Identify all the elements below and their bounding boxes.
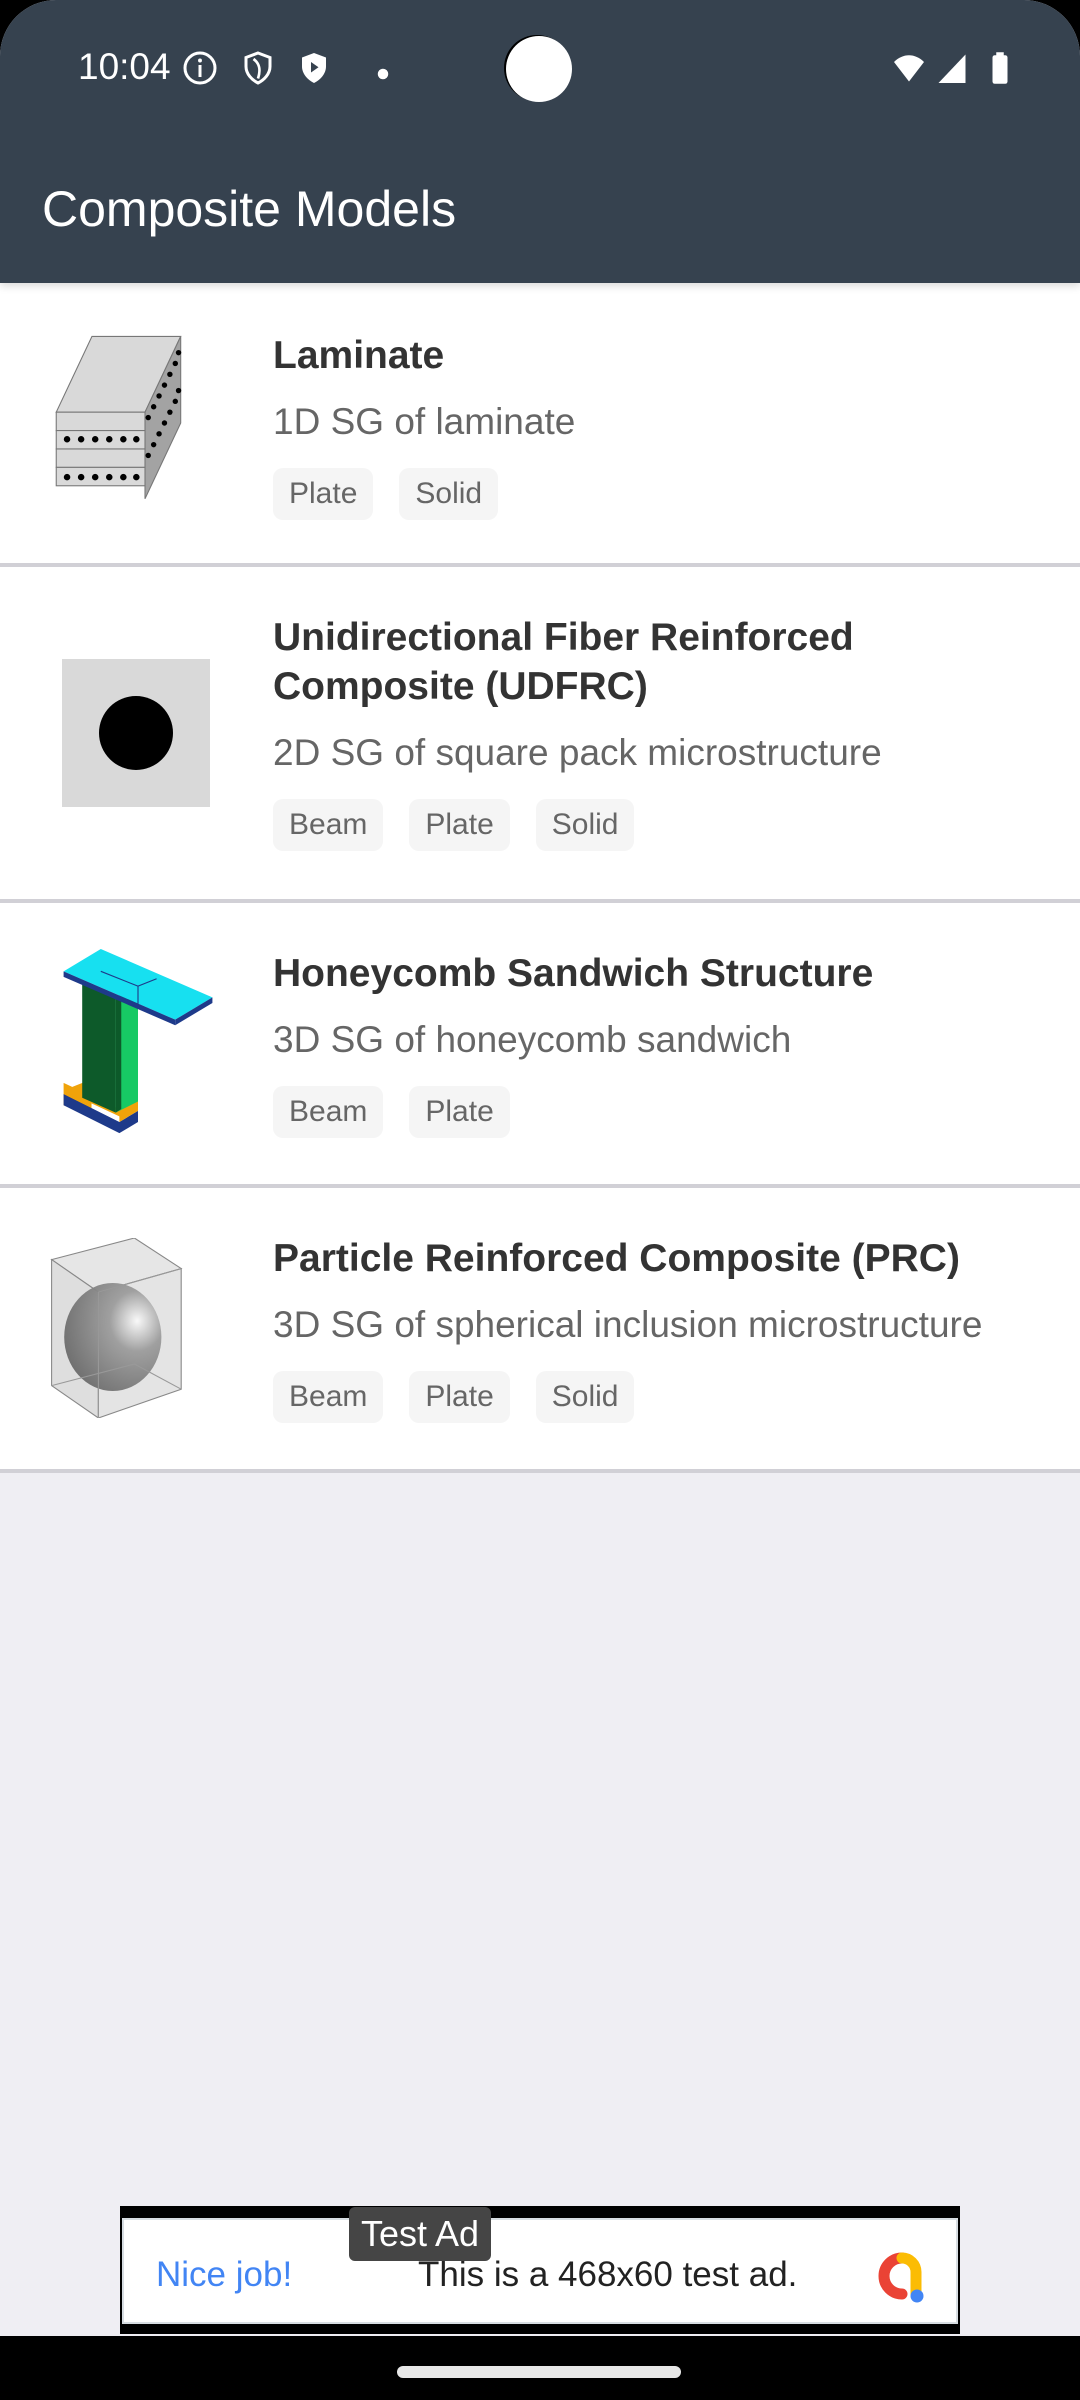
- screen: 10:04 Composite Models Laminate 1D SG of…: [0, 0, 1080, 2400]
- udfrc-icon: [62, 659, 210, 807]
- tag: Beam: [273, 1086, 384, 1138]
- model-tags: Plate Solid: [273, 468, 1060, 520]
- model-tags: Beam Plate Solid: [273, 1371, 1060, 1423]
- signal-icon: [938, 54, 966, 83]
- tag: Beam: [273, 1371, 384, 1423]
- list-item-laminate[interactable]: Laminate 1D SG of laminate Plate Solid: [0, 283, 1080, 567]
- model-description: 1D SG of laminate: [273, 401, 576, 442]
- tag: Beam: [273, 799, 384, 851]
- tag: Solid: [535, 799, 635, 851]
- tag: Solid: [535, 1371, 635, 1423]
- model-title: Particle Reinforced Composite (PRC): [273, 1237, 960, 1280]
- shield-icon: [244, 51, 272, 85]
- tag: Plate: [409, 1086, 510, 1138]
- model-title: Laminate: [273, 334, 445, 377]
- list-item-udfrc[interactable]: Unidirectional Fiber Reinforced Composit…: [0, 567, 1080, 903]
- top-app-bar: 10:04 Composite Models: [0, 0, 1080, 283]
- info-icon: [183, 51, 217, 85]
- ad-cta[interactable]: Nice job!: [156, 2255, 292, 2295]
- honeycomb-icon: [63, 949, 213, 1134]
- prc-icon: [50, 1238, 183, 1418]
- model-title: Honeycomb Sandwich Structure: [273, 952, 874, 995]
- notification-dot-icon: [377, 68, 389, 80]
- navigation-bar: [0, 2336, 1080, 2400]
- page-title: Composite Models: [42, 181, 457, 237]
- model-tags: Beam Plate: [273, 1086, 1060, 1138]
- tag: Plate: [409, 799, 510, 851]
- test-ad-label: Test Ad: [349, 2207, 491, 2261]
- model-description: 3D SG of spherical inclusion microstruct…: [273, 1304, 983, 1345]
- model-description: 3D SG of honeycomb sandwich: [273, 1019, 792, 1060]
- model-description: 2D SG of square pack microstructure: [273, 732, 882, 773]
- list-item-prc[interactable]: Particle Reinforced Composite (PRC) 3D S…: [0, 1188, 1080, 1473]
- wifi-icon: [894, 55, 924, 82]
- model-list: Laminate 1D SG of laminate Plate Solid U…: [0, 283, 1080, 1473]
- tag: Plate: [273, 468, 374, 520]
- ad-content[interactable]: Nice job! This is a 468x60 test ad.: [122, 2218, 958, 2324]
- home-gesture-handle[interactable]: [397, 2366, 681, 2378]
- status-time: 10:04: [78, 46, 171, 87]
- list-item-honeycomb[interactable]: Honeycomb Sandwich Structure 3D SG of ho…: [0, 903, 1080, 1188]
- status-bar: 10:04: [0, 0, 1080, 140]
- camera-cutout: [506, 36, 572, 102]
- battery-icon: [992, 52, 1008, 84]
- ad-banner[interactable]: Nice job! This is a 468x60 test ad.: [120, 2206, 960, 2334]
- tag: Solid: [399, 468, 499, 520]
- ad-text: This is a 468x60 test ad.: [418, 2255, 798, 2294]
- admob-logo-icon: [878, 2252, 924, 2303]
- tag: Plate: [409, 1371, 510, 1423]
- laminate-icon: [55, 335, 182, 499]
- model-title: Unidirectional Fiber Reinforced Composit…: [273, 616, 854, 708]
- shield-play-icon: [302, 53, 326, 83]
- model-tags: Beam Plate Solid: [273, 799, 1060, 851]
